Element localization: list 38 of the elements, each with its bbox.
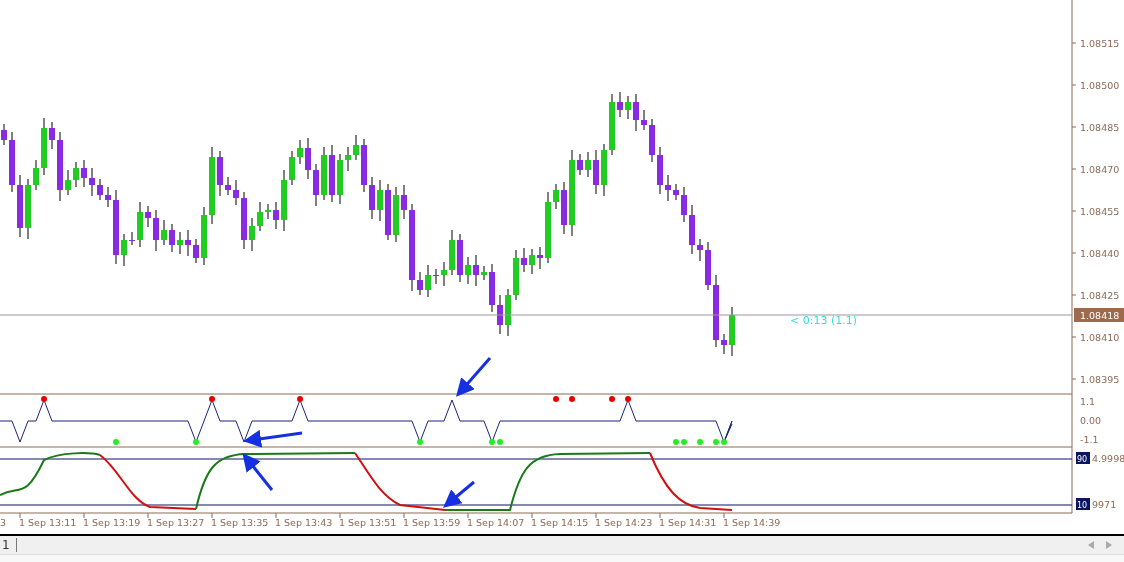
signal-axis-label: 1.1: [1080, 396, 1096, 407]
price-label: 1.08425: [1080, 290, 1120, 301]
time-label: 1 Sep 13:11: [19, 517, 77, 528]
signal-axis-label: 0.00: [1080, 415, 1102, 426]
price-label: 1.08395: [1080, 374, 1120, 385]
level-value: 4.9998: [1092, 453, 1124, 464]
arrow: [242, 452, 274, 491]
price-label: 1.08455: [1080, 206, 1120, 217]
level-value: 9971: [1092, 499, 1117, 510]
time-label: 1 Sep 14:39: [723, 517, 781, 528]
price-label: 1.08470: [1080, 164, 1120, 175]
price-label: 1.08500: [1080, 80, 1120, 91]
current-price-tag: 1.08418: [1074, 308, 1124, 322]
chart-tab[interactable]: 1: [0, 538, 16, 552]
time-label: 1 Sep 13:19: [83, 517, 141, 528]
candle-timer: < 0:13 (1.1): [790, 314, 857, 327]
time-label: 1 Sep 14:07: [467, 517, 525, 528]
time-label: 1 Sep 13:43: [275, 517, 333, 528]
price-label: 1.08440: [1080, 248, 1120, 259]
signal-axis-label: -1.1: [1080, 434, 1099, 445]
level-marker: 10: [1076, 498, 1090, 510]
price-label: 1.08515: [1080, 38, 1120, 49]
level-marker: 90: [1076, 452, 1090, 464]
arrow: [243, 429, 303, 448]
arrow: [456, 357, 492, 397]
time-label: 1 Sep 13:51: [339, 517, 397, 528]
time-label: 1 Sep 14:31: [659, 517, 717, 528]
time-label: 1 Sep 13:27: [147, 517, 205, 528]
time-label: 1 Sep 13:35: [211, 517, 269, 528]
price-label: 1.08410: [1080, 332, 1120, 343]
price-label: 1.08485: [1080, 122, 1120, 133]
time-label: 1 Sep 13:59: [403, 517, 461, 528]
time-label: 3: [0, 517, 7, 528]
time-label: 1 Sep 14:15: [531, 517, 589, 528]
time-label: 1 Sep 14:23: [595, 517, 653, 528]
scroll-left-icon[interactable]: [1088, 541, 1094, 549]
arrow: [443, 480, 475, 508]
scroll-right-icon[interactable]: [1106, 541, 1112, 549]
